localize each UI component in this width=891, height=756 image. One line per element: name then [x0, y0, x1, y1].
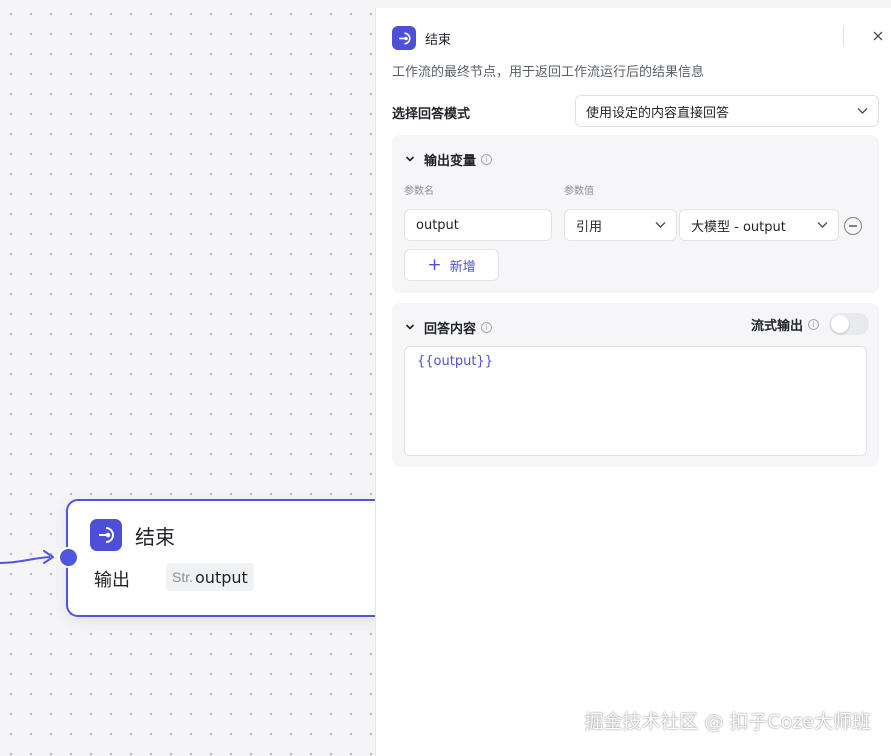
answer-mode-label: 选择回答模式: [392, 107, 471, 122]
end-node-icon: [90, 519, 122, 551]
answer-content-text: {{output}}: [417, 354, 493, 369]
panel-description: 工作流的最终节点，用于返回工作流运行后的结果信息: [392, 65, 705, 80]
header-divider: [843, 26, 844, 46]
node-config-panel: 结束 工作流的最终节点，用于返回工作流运行后的结果信息 选择回答模式 使用设定的…: [375, 8, 891, 756]
panel-header: 结束: [392, 26, 891, 50]
chevron-down-icon: [857, 108, 868, 114]
answer-mode-value: 使用设定的内容直接回答: [586, 105, 730, 121]
param-source-type-select[interactable]: 引用: [564, 209, 677, 241]
column-header-value: 参数值: [564, 186, 594, 197]
panel-title[interactable]: 结束: [425, 29, 451, 48]
stream-output-control: 流式输出 i: [751, 312, 869, 336]
answer-content-title: 回答内容: [424, 321, 477, 337]
end-node-title: 结束: [135, 525, 175, 549]
chevron-down-icon[interactable]: [404, 321, 416, 333]
column-header-name: 参数名: [404, 186, 434, 197]
chevron-down-icon: [655, 222, 666, 228]
output-variables-section: 输出变量 i 参数名 参数值 output 引用 大模型 - output + …: [392, 135, 879, 293]
close-icon[interactable]: [870, 28, 886, 44]
answer-mode-row: 选择回答模式 使用设定的内容直接回答: [392, 95, 879, 127]
output-variables-title: 输出变量: [424, 153, 477, 169]
info-icon[interactable]: i: [481, 153, 493, 165]
remove-param-button[interactable]: [844, 217, 862, 235]
output-variables-header[interactable]: 输出变量 i: [404, 150, 493, 169]
chevron-down-icon[interactable]: [404, 153, 416, 165]
end-node-icon: [392, 26, 416, 50]
answer-mode-select[interactable]: 使用设定的内容直接回答: [575, 95, 879, 127]
chevron-down-icon: [817, 222, 828, 228]
add-param-label: 新增: [449, 259, 476, 275]
end-node-output-tag: Str. output: [166, 563, 254, 591]
answer-content-header[interactable]: 回答内容 i: [404, 318, 493, 337]
stream-output-label: 流式输出: [750, 318, 803, 334]
answer-content-section: 回答内容 i 流式输出 i {{output}}: [392, 303, 879, 467]
input-port[interactable]: [58, 547, 79, 568]
plus-icon: +: [427, 254, 442, 275]
end-node-output-label: 输出: [94, 570, 130, 591]
param-source-type-value: 引用: [576, 219, 603, 235]
toggle-knob: [831, 315, 849, 333]
output-var-name: output: [195, 567, 248, 587]
info-icon[interactable]: i: [481, 321, 493, 333]
param-name-value: output: [416, 217, 459, 233]
param-name-input[interactable]: output: [404, 209, 552, 241]
stream-output-toggle[interactable]: [829, 313, 869, 335]
info-icon[interactable]: i: [808, 318, 819, 330]
param-source-value-select[interactable]: 大模型 - output: [679, 209, 839, 241]
param-source-value: 大模型 - output: [691, 219, 786, 235]
watermark: 掘金技术社区 @ 扣子Coze大师班: [584, 711, 871, 733]
type-badge: Str.: [172, 569, 194, 585]
end-node[interactable]: 结束 输出 Str. output: [66, 499, 406, 617]
add-param-button[interactable]: + 新增: [404, 249, 499, 281]
answer-content-editor[interactable]: {{output}}: [404, 346, 867, 456]
